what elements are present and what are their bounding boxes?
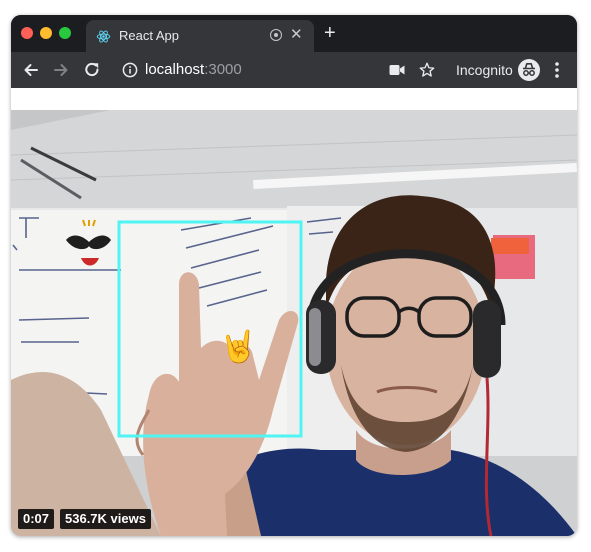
react-logo-icon	[96, 30, 111, 43]
forward-arrow-icon[interactable]	[51, 60, 71, 80]
detection-emoji: 🤘	[219, 329, 258, 364]
url-text: localhost:3000	[145, 61, 242, 79]
video-views-badge: 536.7K views	[60, 509, 151, 529]
site-info-icon[interactable]	[122, 62, 138, 78]
headphone-left-cup	[309, 308, 321, 366]
window-close-button[interactable]	[21, 27, 33, 39]
incognito-label[interactable]: Incognito	[456, 62, 513, 78]
camera-in-use-icon[interactable]	[389, 63, 405, 77]
tab-react-app[interactable]: React App ✕	[86, 20, 314, 52]
window-minimize-button[interactable]	[40, 27, 52, 39]
page-content: 🤘 0:07 536.7K views	[11, 88, 577, 536]
new-tab-button[interactable]: +	[324, 23, 336, 43]
browser-window: React App ✕ + localhost:3000 Incognito 🤘…	[11, 15, 577, 536]
face	[326, 245, 486, 445]
sticky-note	[491, 238, 529, 254]
tab-strip: React App ✕ +	[11, 15, 577, 52]
window-maximize-button[interactable]	[59, 27, 71, 39]
bookmark-star-icon[interactable]	[418, 61, 436, 79]
webcam-video[interactable]: 🤘 0:07 536.7K views	[11, 110, 577, 536]
headphone-right	[473, 300, 501, 378]
tab-close-icon[interactable]: ✕	[290, 26, 303, 44]
video-duration-badge: 0:07	[18, 509, 55, 529]
webcam-frame	[11, 110, 577, 536]
back-arrow-icon[interactable]	[21, 60, 41, 80]
browser-toolbar: localhost:3000 Incognito	[11, 52, 577, 88]
url-port: :3000	[204, 61, 242, 78]
reload-icon[interactable]	[82, 60, 102, 80]
incognito-icon[interactable]	[518, 59, 540, 81]
media-playing-icon[interactable]	[270, 29, 282, 41]
more-menu-icon[interactable]	[554, 61, 560, 79]
url-host: localhost	[145, 61, 205, 78]
tab-title: React App	[119, 28, 179, 43]
